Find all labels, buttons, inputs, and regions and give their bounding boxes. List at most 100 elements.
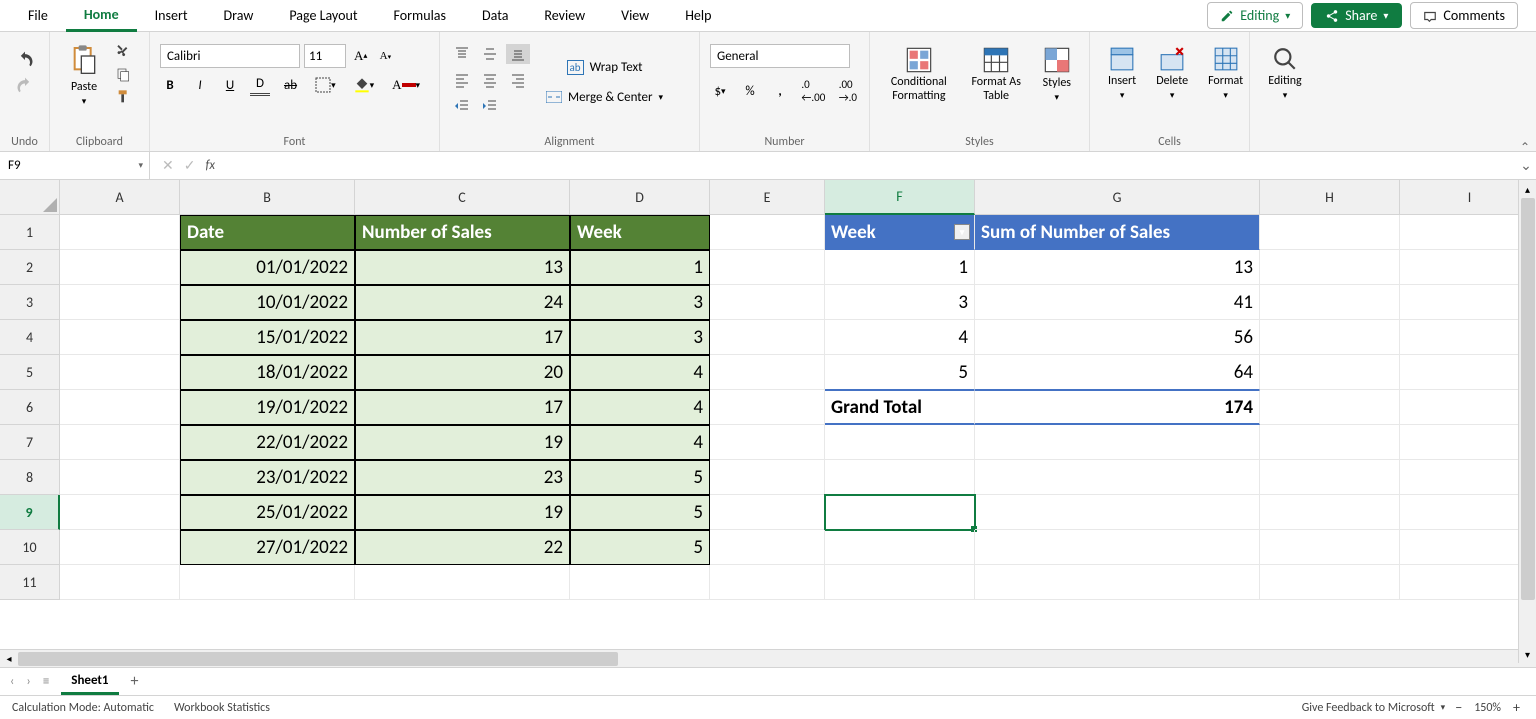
cell[interactable]: 22/01/2022: [180, 425, 355, 460]
cell[interactable]: [1260, 425, 1400, 460]
delete-cells-button[interactable]: Delete▾: [1148, 42, 1196, 105]
pivot-grand-total-value[interactable]: 174: [975, 390, 1260, 425]
cell[interactable]: 56: [975, 320, 1260, 355]
cell[interactable]: [825, 530, 975, 565]
sheet-tab[interactable]: Sheet1: [61, 669, 118, 695]
scroll-left-button[interactable]: ◂: [0, 652, 18, 665]
row-head-8[interactable]: 8: [0, 460, 60, 495]
cell[interactable]: [1260, 285, 1400, 320]
format-as-table-button[interactable]: Format As Table: [962, 42, 1031, 106]
formula-input[interactable]: [227, 152, 1516, 179]
cell[interactable]: [60, 495, 180, 530]
cancel-formula-icon[interactable]: ✕: [162, 157, 174, 174]
cell[interactable]: 10/01/2022: [180, 285, 355, 320]
cell[interactable]: [1400, 390, 1536, 425]
cell[interactable]: 4: [570, 390, 710, 425]
grow-font-button[interactable]: A▴: [350, 46, 371, 66]
cell[interactable]: [710, 215, 825, 250]
feedback-button[interactable]: Give Feedback to Microsoft: [1302, 701, 1435, 715]
pivot-grand-total-label[interactable]: Grand Total: [825, 390, 975, 425]
comments-button[interactable]: Comments: [1410, 2, 1518, 29]
decrease-indent-button[interactable]: [450, 96, 474, 116]
cell[interactable]: Date: [180, 215, 355, 250]
col-head-D[interactable]: D: [570, 180, 710, 215]
redo-button[interactable]: [10, 74, 39, 98]
col-head-E[interactable]: E: [710, 180, 825, 215]
decrease-decimal-button[interactable]: .00→.0: [837, 76, 859, 106]
cell[interactable]: 4: [570, 425, 710, 460]
scroll-down-button[interactable]: ▾: [1525, 645, 1530, 663]
fx-icon[interactable]: fx: [205, 158, 215, 173]
zoom-level[interactable]: 150%: [1474, 701, 1501, 715]
workbook-stats-button[interactable]: Workbook Statistics: [174, 701, 270, 715]
cell[interactable]: [570, 565, 710, 600]
cell[interactable]: [710, 250, 825, 285]
cell[interactable]: [710, 390, 825, 425]
align-left-button[interactable]: [450, 70, 474, 90]
tab-formulas[interactable]: Formulas: [376, 1, 464, 30]
add-sheet-button[interactable]: +: [131, 672, 139, 691]
cell[interactable]: [1260, 250, 1400, 285]
cell[interactable]: 19/01/2022: [180, 390, 355, 425]
scroll-up-button[interactable]: ▴: [1525, 180, 1530, 198]
cell[interactable]: 41: [975, 285, 1260, 320]
cell[interactable]: [825, 425, 975, 460]
cell[interactable]: 01/01/2022: [180, 250, 355, 285]
col-head-I[interactable]: I: [1400, 180, 1536, 215]
tab-file[interactable]: File: [10, 1, 66, 30]
tab-page-layout[interactable]: Page Layout: [271, 1, 375, 30]
cell[interactable]: [60, 460, 180, 495]
cell[interactable]: 4: [825, 320, 975, 355]
cell[interactable]: [60, 425, 180, 460]
cut-button[interactable]: [112, 43, 136, 63]
cell[interactable]: 13: [975, 250, 1260, 285]
cell[interactable]: [60, 285, 180, 320]
cell[interactable]: 4: [570, 355, 710, 390]
font-size-select[interactable]: [304, 44, 346, 68]
collapse-ribbon-button[interactable]: ⌃: [1520, 140, 1530, 155]
format-cells-button[interactable]: Format▾: [1200, 42, 1251, 105]
number-format-select[interactable]: [710, 44, 850, 68]
cell[interactable]: [60, 250, 180, 285]
cell-styles-button[interactable]: Styles ▾: [1035, 42, 1079, 107]
strikethrough-button[interactable]: ab: [280, 75, 301, 95]
cell[interactable]: [1400, 285, 1536, 320]
font-color-button[interactable]: A▾: [388, 75, 424, 95]
sheet-nav-next[interactable]: ›: [26, 674, 30, 689]
cell[interactable]: [180, 565, 355, 600]
cell[interactable]: [1260, 215, 1400, 250]
cell[interactable]: [975, 495, 1260, 530]
cell[interactable]: [1400, 495, 1536, 530]
row-head-1[interactable]: 1: [0, 215, 60, 250]
cell[interactable]: [60, 565, 180, 600]
sheet-nav-prev[interactable]: ‹: [10, 674, 14, 689]
cell[interactable]: 13: [355, 250, 570, 285]
pivot-filter-button[interactable]: ▾: [954, 224, 970, 240]
cell[interactable]: [1400, 425, 1536, 460]
pivot-field-header[interactable]: Week▾: [825, 215, 975, 250]
percent-format-button[interactable]: %: [740, 81, 760, 101]
col-head-C[interactable]: C: [355, 180, 570, 215]
shrink-font-button[interactable]: A▾: [375, 46, 395, 66]
cell[interactable]: [975, 565, 1260, 600]
cell[interactable]: [1400, 530, 1536, 565]
row-head-6[interactable]: 6: [0, 390, 60, 425]
cell[interactable]: 23/01/2022: [180, 460, 355, 495]
comma-format-button[interactable]: ,: [770, 81, 790, 101]
undo-button[interactable]: [10, 48, 39, 72]
format-painter-button[interactable]: [112, 87, 136, 107]
cell[interactable]: [710, 425, 825, 460]
cell[interactable]: 24: [355, 285, 570, 320]
align-center-button[interactable]: [478, 70, 502, 90]
tab-help[interactable]: Help: [667, 1, 729, 30]
horizontal-scrollbar[interactable]: ◂ ▸: [0, 649, 1536, 667]
cell[interactable]: Number of Sales: [355, 215, 570, 250]
row-head-3[interactable]: 3: [0, 285, 60, 320]
col-head-H[interactable]: H: [1260, 180, 1400, 215]
col-head-B[interactable]: B: [180, 180, 355, 215]
cell[interactable]: [60, 390, 180, 425]
vscroll-thumb[interactable]: [1521, 198, 1535, 600]
cell[interactable]: [710, 565, 825, 600]
cell[interactable]: 22: [355, 530, 570, 565]
cell[interactable]: 20: [355, 355, 570, 390]
